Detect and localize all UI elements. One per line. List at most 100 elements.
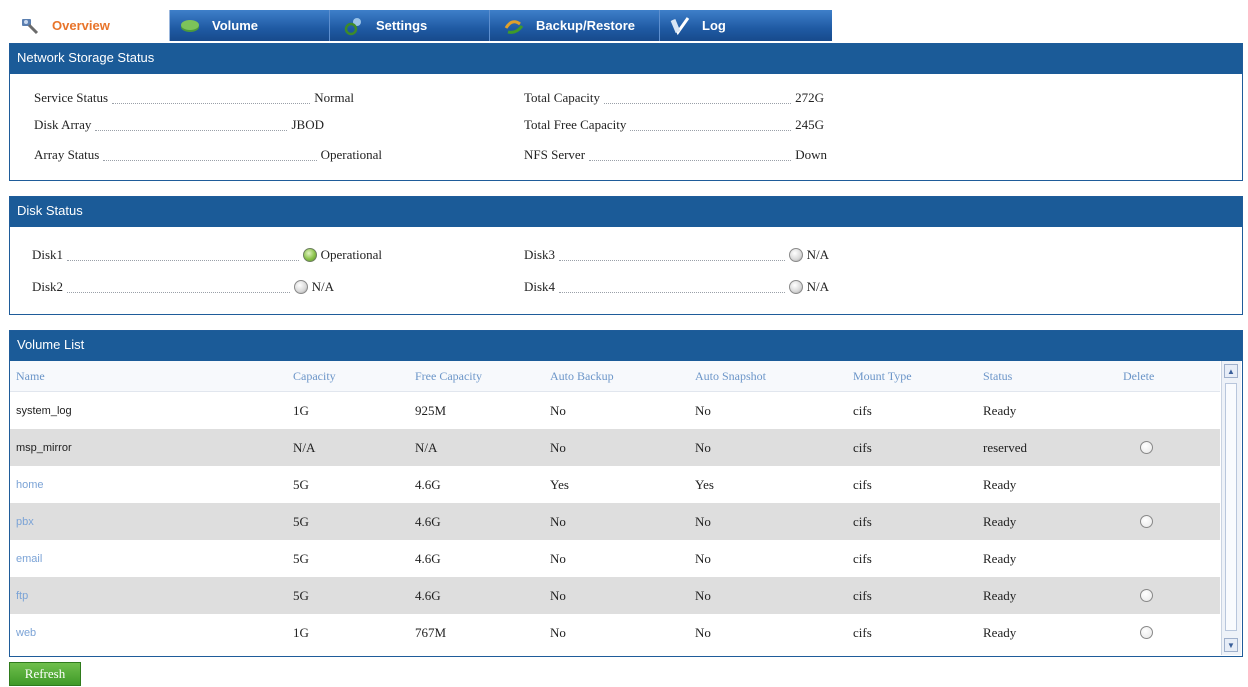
wrench-icon — [20, 16, 40, 36]
volume-auto-snapshot: No — [695, 624, 711, 640]
volume-free: 925M — [415, 402, 447, 418]
panel-title: Disk Status — [10, 197, 1242, 227]
delete-radio[interactable] — [1140, 589, 1153, 602]
table-row: msp_mirror N/A N/A No No cifs reserved — [10, 429, 1220, 466]
service-status-label: Service Status — [34, 90, 109, 105]
scroll-up-icon[interactable]: ▲ — [1224, 364, 1238, 378]
service-status-value: Normal — [314, 90, 354, 105]
tab-label: Settings — [376, 18, 428, 33]
volume-name-link[interactable]: home — [10, 479, 293, 491]
volume-mount-type: cifs — [853, 550, 872, 566]
service-status-row: Service Status Normal — [34, 87, 354, 109]
scroll-down-icon[interactable]: ▼ — [1224, 638, 1238, 652]
volume-capacity: 5G — [293, 513, 309, 529]
volume-mount-type: cifs — [853, 513, 872, 529]
column-header-auto-backup[interactable]: Auto Backup — [550, 369, 695, 384]
volume-status: Ready — [983, 587, 1017, 603]
nfs-server-row: NFS Server Down — [524, 144, 827, 166]
volume-name: system_log — [16, 404, 72, 417]
delete-cell — [1123, 515, 1213, 528]
delete-cell — [1123, 441, 1213, 454]
volume-auto-backup: Yes — [550, 476, 569, 492]
column-header-capacity[interactable]: Capacity — [293, 369, 415, 384]
tab-log[interactable]: Log — [660, 10, 832, 41]
column-header-mount-type[interactable]: Mount Type — [853, 369, 983, 384]
disk-status-panel: Disk Status Disk1 Operational Disk2 N/A … — [9, 196, 1243, 315]
tab-overview[interactable]: Overview — [10, 10, 170, 41]
panel-title: Volume List — [10, 331, 1242, 361]
status-na-icon — [788, 248, 803, 262]
tab-settings[interactable]: Settings — [330, 10, 490, 41]
disk2-value: N/A — [311, 279, 334, 294]
delete-radio[interactable] — [1140, 441, 1153, 454]
array-status-label: Array Status — [34, 147, 100, 162]
disk-array-label: Disk Array — [34, 117, 92, 132]
column-header-auto-snapshot[interactable]: Auto Snapshot — [695, 369, 853, 384]
volume-mount-type: cifs — [853, 439, 872, 455]
volume-free: 4.6G — [415, 513, 441, 529]
tab-backup-restore[interactable]: Backup/Restore — [490, 10, 660, 41]
volume-status: Ready — [983, 402, 1017, 418]
volume-name-link[interactable]: web — [10, 627, 293, 639]
table-row: email 5G 4.6G No No cifs Ready — [10, 540, 1220, 577]
total-capacity-value: 272G — [795, 90, 824, 105]
volume-auto-backup: No — [550, 402, 566, 418]
volume-free: 4.6G — [415, 476, 441, 492]
volume-table: Name Capacity Free Capacity Auto Backup … — [10, 361, 1220, 651]
volume-status: Ready — [983, 550, 1017, 566]
column-header-status[interactable]: Status — [983, 369, 1123, 384]
volume-capacity: 1G — [293, 624, 309, 640]
disk2-label: Disk2 — [32, 279, 64, 294]
arrows-icon — [504, 16, 524, 36]
disk1-label: Disk1 — [32, 247, 64, 262]
volume-name-link[interactable]: pbx — [10, 516, 293, 528]
volume-list-panel: Volume List Name Capacity Free Capacity … — [9, 330, 1243, 657]
volume-name: msp_mirror — [16, 441, 72, 454]
vertical-scrollbar[interactable]: ▲ ▼ — [1221, 361, 1241, 655]
disk-array-row: Disk Array JBOD — [34, 114, 324, 136]
volume-mount-type: cifs — [853, 624, 872, 640]
refresh-button[interactable]: Refresh — [9, 662, 81, 686]
volume-auto-snapshot: No — [695, 513, 711, 529]
table-row: pbx 5G 4.6G No No cifs Ready — [10, 503, 1220, 540]
column-header-free-capacity[interactable]: Free Capacity — [415, 369, 550, 384]
status-na-icon — [293, 280, 308, 294]
volume-auto-snapshot: No — [695, 402, 711, 418]
network-storage-panel: Network Storage Status Service Status No… — [9, 43, 1243, 181]
disk-icon — [180, 16, 200, 36]
volume-capacity: 5G — [293, 587, 309, 603]
disk2-row: Disk2 N/A — [32, 276, 334, 298]
volume-capacity: N/A — [293, 439, 316, 455]
volume-free: 767M — [415, 624, 447, 640]
scroll-thumb[interactable] — [1225, 383, 1237, 631]
column-header-delete[interactable]: Delete — [1123, 369, 1213, 384]
checkmark-icon — [670, 16, 690, 36]
disk3-label: Disk3 — [524, 247, 556, 262]
table-row: home 5G 4.6G Yes Yes cifs Ready — [10, 466, 1220, 503]
total-free-value: 245G — [795, 117, 824, 132]
volume-mount-type: cifs — [853, 476, 872, 492]
status-na-icon — [788, 280, 803, 294]
total-free-label: Total Free Capacity — [524, 117, 627, 132]
nfs-server-label: NFS Server — [524, 147, 586, 162]
volume-status: Ready — [983, 476, 1017, 492]
volume-auto-backup: No — [550, 624, 566, 640]
disk3-row: Disk3 N/A — [524, 244, 829, 266]
column-header-name[interactable]: Name — [10, 369, 293, 384]
delete-radio[interactable] — [1140, 515, 1153, 528]
volume-status: reserved — [983, 439, 1028, 455]
disk4-row: Disk4 N/A — [524, 276, 829, 298]
total-free-row: Total Free Capacity 245G — [524, 114, 824, 136]
volume-name-link[interactable]: ftp — [10, 590, 293, 602]
tab-volume[interactable]: Volume — [170, 10, 330, 41]
delete-radio[interactable] — [1140, 626, 1153, 639]
volume-capacity: 5G — [293, 476, 309, 492]
nfs-server-value: Down — [795, 147, 827, 162]
array-status-row: Array Status Operational — [34, 144, 382, 166]
volume-capacity: 1G — [293, 402, 309, 418]
volume-name-link[interactable]: email — [10, 553, 293, 565]
table-row: web 1G 767M No No cifs Ready — [10, 614, 1220, 651]
disk-array-value: JBOD — [291, 117, 324, 132]
delete-cell — [1123, 626, 1213, 639]
volume-status: Ready — [983, 513, 1017, 529]
